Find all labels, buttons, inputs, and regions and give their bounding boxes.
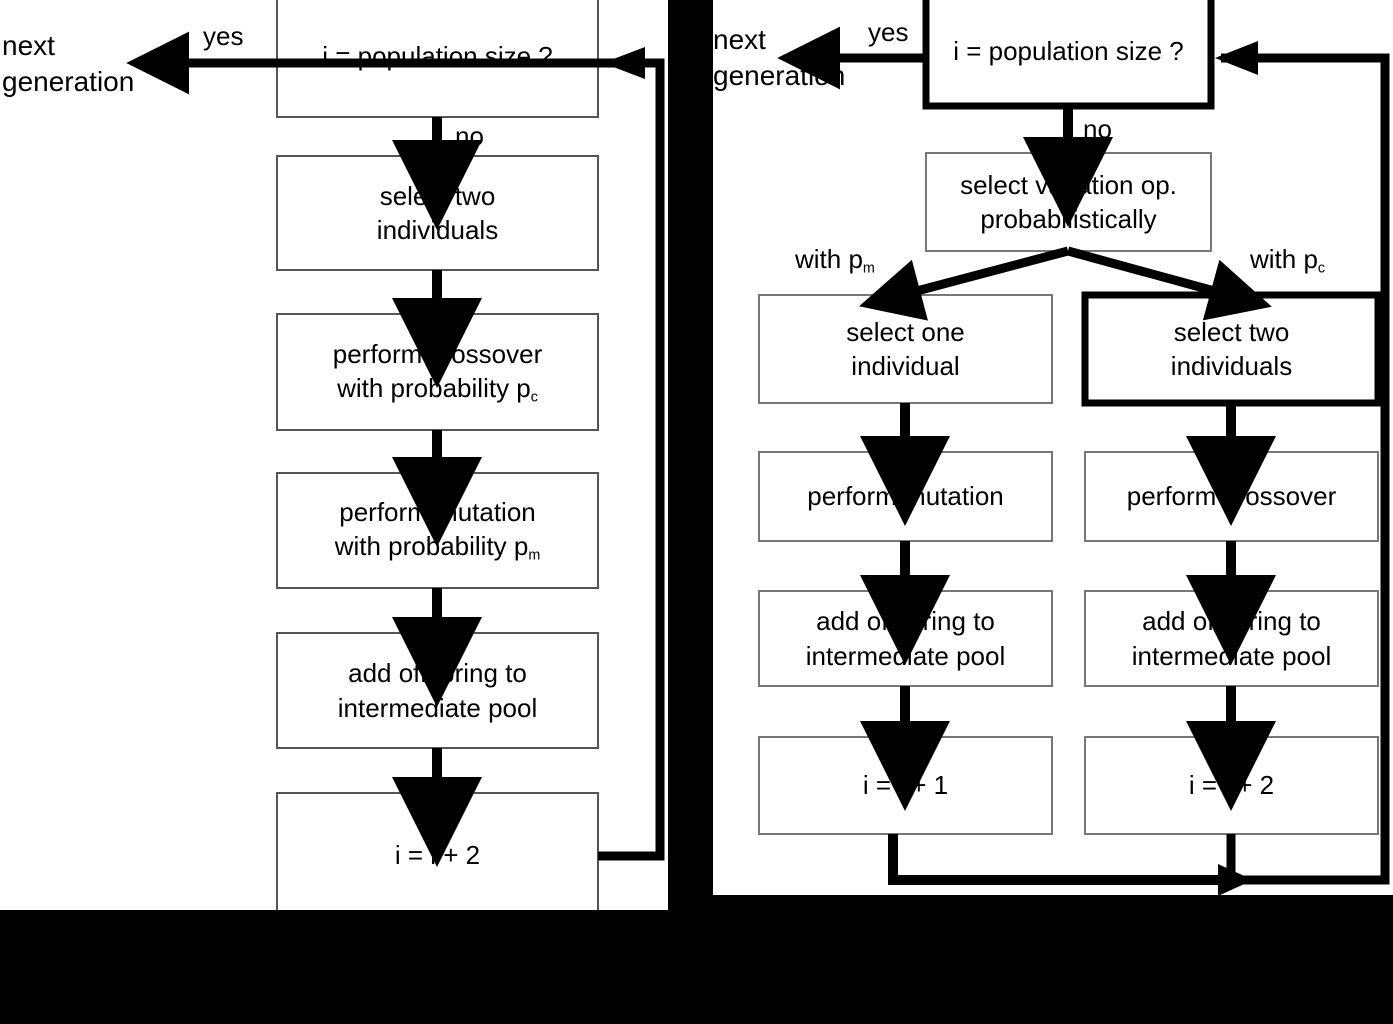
left-next-generation-label: next generation <box>2 28 134 100</box>
box-select-op <box>925 152 1212 252</box>
figure-root: next generation yes no i = population si… <box>0 0 1393 1024</box>
box-decision <box>922 0 1215 110</box>
feedback-arrowhead <box>603 47 645 79</box>
subscript-pm: m <box>862 260 875 277</box>
right-flowchart-graphics <box>758 0 1390 895</box>
box-select <box>276 155 599 271</box>
right-yes-label: yes <box>868 17 909 47</box>
right-next-generation-label: next generation <box>713 22 845 94</box>
left-no-label: no <box>455 121 484 151</box>
box-select-two <box>1081 291 1382 407</box>
arrow-branch-right <box>1066 246 1272 321</box>
arrow-branch-left <box>859 246 1070 321</box>
box-increment <box>276 792 599 910</box>
branch-label-left: with pm <box>795 244 875 277</box>
right-no-label: no <box>1083 114 1112 144</box>
left-next-label: next <box>2 30 55 61</box>
feedback-arrowhead <box>1215 41 1258 75</box>
box-mutation <box>276 472 599 589</box>
right-next-label: next <box>713 24 766 55</box>
box-crossover <box>1084 451 1379 542</box>
box-select-one <box>758 294 1053 404</box>
left-flowchart-panel: next generation yes no i = population si… <box>0 0 668 910</box>
box-addpool <box>276 632 599 749</box>
box-addpool-left <box>758 590 1053 687</box>
left-flowchart-graphics <box>126 0 665 910</box>
merge-left-path <box>888 834 1228 885</box>
box-mutation <box>758 451 1053 542</box>
box-inc-left <box>758 736 1053 835</box>
subscript-pc: c <box>1317 260 1326 277</box>
box-crossover <box>276 313 599 431</box>
right-generation-label: generation <box>713 59 846 91</box>
left-generation-label: generation <box>2 65 135 97</box>
branch-label-right: with pc <box>1250 244 1326 277</box>
box-addpool-right <box>1084 590 1379 687</box>
right-flowchart-panel: next generation yes no with pm with pc i… <box>713 0 1393 895</box>
left-yes-label: yes <box>203 21 244 51</box>
box-inc-right <box>1084 736 1379 835</box>
